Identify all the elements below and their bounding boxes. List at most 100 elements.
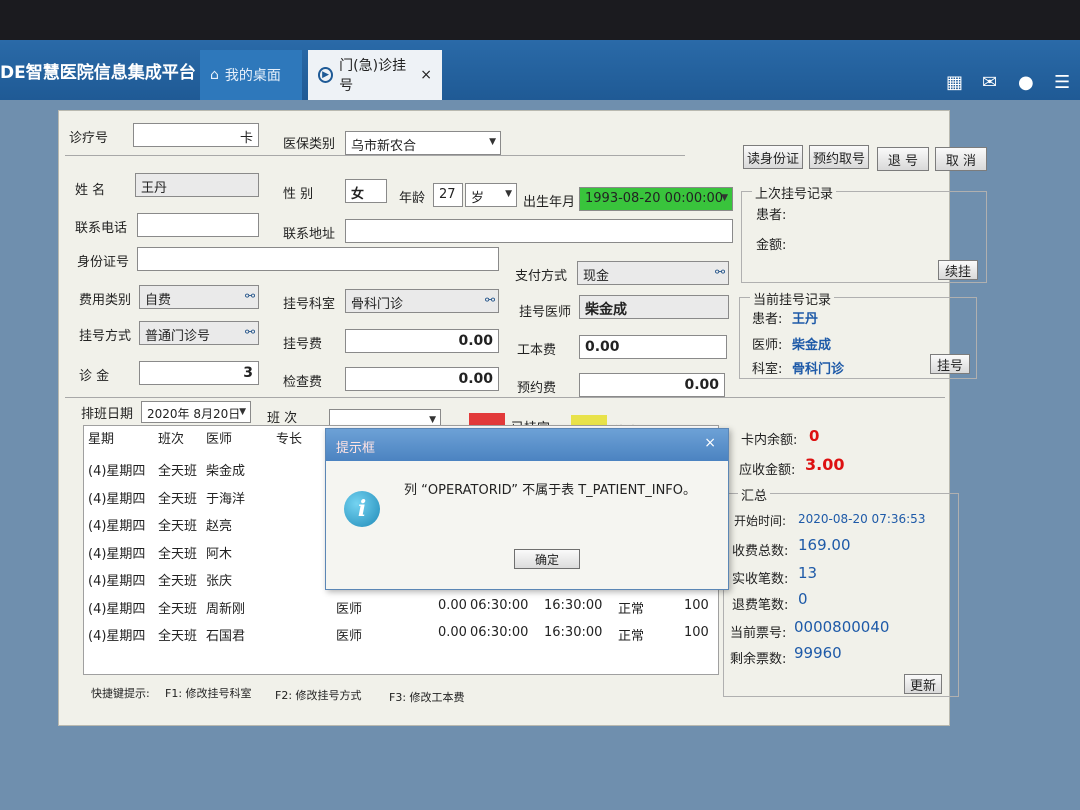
chevron-down-icon: ▼ (429, 415, 436, 425)
tab-registration-label: 门(急)诊挂号 (339, 58, 407, 94)
mail-icon[interactable]: ✉ (982, 72, 997, 93)
grid-cell-day[interactable]: (4)星期四 (88, 488, 145, 507)
binoculars-icon[interactable]: ⚯ (715, 265, 725, 279)
grid-cell-shift[interactable]: 全天班 (158, 598, 197, 617)
grid-cell-start[interactable]: 06:30:00 (470, 625, 528, 640)
update-button[interactable]: 更新 (904, 674, 942, 694)
grid-cell-day[interactable]: (4)星期四 (88, 543, 145, 562)
name-label: 姓 名 (75, 183, 106, 198)
reserve-fee-label: 预约费 (517, 381, 557, 396)
age-unit-select[interactable]: 岁 ▼ (465, 183, 517, 207)
reg-mode-label: 挂号方式 (79, 329, 132, 344)
grid-cell-doctor[interactable]: 周新刚 (206, 598, 245, 617)
card-balance-label: 卡内余额: (741, 433, 798, 448)
grid-cell-status[interactable]: 正常 (618, 625, 644, 644)
col-header-day[interactable]: 星期 (88, 426, 114, 454)
exam-fee-input[interactable]: 0.00 (345, 367, 499, 391)
binoculars-icon[interactable]: ⚯ (245, 325, 255, 339)
sched-date-picker[interactable]: 2020年 8月20日 ▼ (141, 401, 251, 423)
close-icon[interactable]: × (704, 435, 716, 451)
grid-cell-title[interactable]: 医师 (336, 625, 362, 644)
last-reg-title: 上次挂号记录 (752, 183, 837, 202)
grid-cell-limit[interactable]: 100 (684, 598, 709, 613)
grid-cell-shift[interactable]: 全天班 (158, 460, 197, 479)
id-card-input[interactable] (137, 247, 499, 271)
birth-value: 1993-08-20 00:00:00 (585, 191, 724, 206)
tab-registration[interactable]: ▶ 门(急)诊挂号 × (308, 50, 442, 100)
grid-cell-shift[interactable]: 全天班 (158, 515, 197, 534)
ok-button[interactable]: 确定 (514, 549, 580, 569)
col-header-specialty[interactable]: 专长 (276, 426, 302, 454)
col-header-shift[interactable]: 班次 (158, 426, 184, 454)
grid-cell-fee[interactable]: 0.00 (438, 625, 467, 640)
consult-fee-input[interactable]: 3 (139, 361, 259, 385)
cancel-button[interactable]: 取 消 (935, 147, 987, 171)
insurance-select[interactable]: 乌市新农合 ▼ (345, 131, 501, 155)
close-icon[interactable]: × (420, 67, 432, 83)
tab-desktop[interactable]: ⌂ 我的桌面 (200, 50, 302, 100)
grid-cell-shift[interactable]: 全天班 (158, 625, 197, 644)
grid-cell-day[interactable]: (4)星期四 (88, 598, 145, 617)
binoculars-icon[interactable]: ⚯ (245, 289, 255, 303)
reg-fee-input[interactable]: 0.00 (345, 329, 499, 353)
grid-cell-status[interactable]: 正常 (618, 598, 644, 617)
book-ticket-button[interactable]: 预约取号 (809, 145, 869, 169)
app-title: DE智慧医院信息集成平台 (0, 63, 196, 83)
pay-method-input[interactable]: 现金 ⚯ (577, 261, 729, 285)
grid-cell-doctor[interactable]: 于海洋 (206, 488, 245, 507)
name-input[interactable]: 王丹 (135, 173, 259, 197)
sched-date-value: 2020年 8月20日 (147, 407, 241, 421)
monitor-bezel (0, 0, 1080, 42)
current-patient-label: 患者: (752, 312, 783, 327)
grid-cell-shift[interactable]: 全天班 (158, 488, 197, 507)
fee-type-input[interactable]: 自费 ⚯ (139, 285, 259, 309)
gender-input[interactable]: 女 (345, 179, 387, 203)
continue-reg-button[interactable]: 续挂 (938, 260, 978, 280)
reserve-fee-input[interactable]: 0.00 (579, 373, 725, 397)
grid-cell-end[interactable]: 16:30:00 (544, 625, 602, 640)
chevron-down-icon: ▼ (489, 137, 496, 147)
reg-mode-input[interactable]: 普通门诊号 ⚯ (139, 321, 259, 345)
binoculars-icon[interactable]: ⚯ (485, 293, 495, 307)
grid-cell-fee[interactable]: 0.00 (438, 598, 467, 613)
grid-cell-shift[interactable]: 全天班 (158, 570, 197, 589)
grid-cell-shift[interactable]: 全天班 (158, 543, 197, 562)
grid-cell-day[interactable]: (4)星期四 (88, 625, 145, 644)
grid-cell-end[interactable]: 16:30:00 (544, 598, 602, 613)
phone-label: 联系电话 (75, 221, 128, 236)
doctor-input[interactable]: 柴金成 (579, 295, 729, 319)
grid-cell-day[interactable]: (4)星期四 (88, 515, 145, 534)
grid-cell-doctor[interactable]: 柴金成 (206, 460, 245, 479)
book-fee-input[interactable]: 0.00 (579, 335, 727, 359)
dept-input[interactable]: 骨科门诊 ⚯ (345, 289, 499, 313)
sched-date-label: 排班日期 (81, 407, 134, 422)
grid-cell-day[interactable]: (4)星期四 (88, 460, 145, 479)
grid-cell-doctor[interactable]: 阿木 (206, 543, 232, 562)
grid-cell-day[interactable]: (4)星期四 (88, 570, 145, 589)
card-suffix: 卡 (239, 131, 253, 146)
chevron-down-icon: ▼ (721, 193, 728, 203)
register-button[interactable]: 挂号 (930, 354, 970, 374)
total-value: 169.00 (798, 536, 851, 554)
grid-cell-limit[interactable]: 100 (684, 625, 709, 640)
clinic-no-input[interactable]: 卡 (133, 123, 259, 147)
doctor-label: 挂号医师 (519, 305, 572, 320)
chevron-down-icon: ▼ (505, 189, 512, 199)
grid-cell-start[interactable]: 06:30:00 (470, 598, 528, 613)
grid-cell-doctor[interactable]: 张庆 (206, 570, 232, 589)
user-icon[interactable]: ● (1018, 72, 1034, 93)
phone-input[interactable] (137, 213, 259, 237)
read-id-button[interactable]: 读身份证 (743, 145, 803, 169)
remain-label: 剩余票数: (730, 652, 787, 667)
grid-cell-title[interactable]: 医师 (336, 598, 362, 617)
menu-icon[interactable]: ☰ (1054, 72, 1070, 93)
refund-button[interactable]: 退 号 (877, 147, 929, 171)
col-header-doctor[interactable]: 医师 (206, 426, 232, 454)
age-input[interactable]: 27 (433, 183, 463, 207)
address-input[interactable] (345, 219, 733, 243)
qrcode-icon[interactable]: ▦ (946, 72, 963, 93)
grid-cell-doctor[interactable]: 石国君 (206, 625, 245, 644)
birth-date-picker[interactable]: 1993-08-20 00:00:00 ▼ (579, 187, 733, 211)
grid-cell-doctor[interactable]: 赵亮 (206, 515, 232, 534)
start-time-label: 开始时间: (734, 514, 787, 528)
